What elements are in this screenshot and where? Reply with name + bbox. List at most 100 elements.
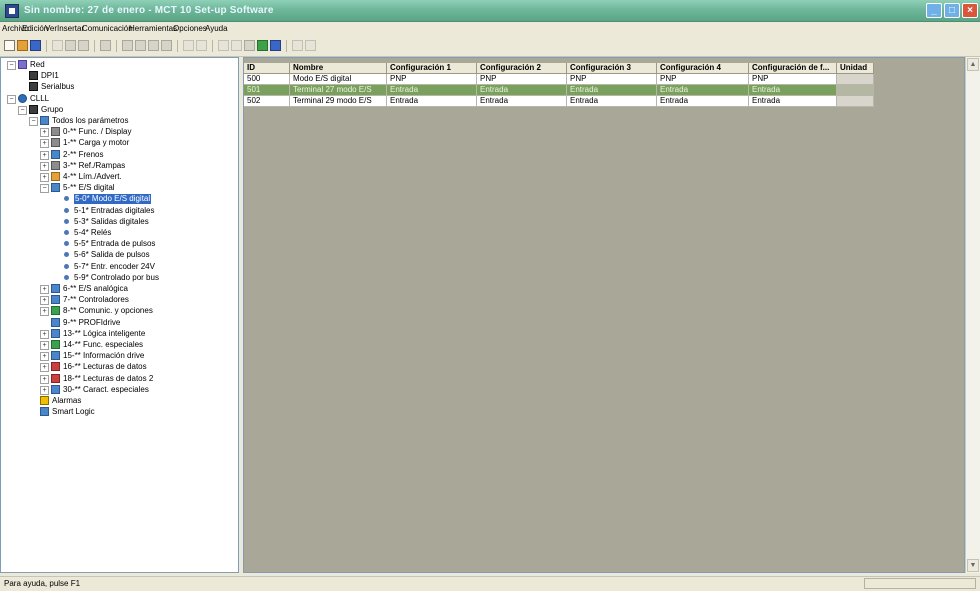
grid-cell[interactable]: PNP: [657, 74, 749, 85]
tree-item-label: Grupo: [41, 104, 64, 114]
menu-ayuda[interactable]: Ayuda: [205, 24, 228, 33]
grid-cell[interactable]: 502: [244, 96, 290, 107]
expand-icon[interactable]: +: [40, 173, 49, 182]
expand-icon[interactable]: +: [40, 307, 49, 317]
grid-cell[interactable]: Entrada: [477, 85, 567, 96]
gray-icon: [51, 160, 60, 170]
expand-icon[interactable]: +: [40, 150, 49, 160]
scroll-down-icon[interactable]: ▼: [967, 559, 979, 572]
connect-icon[interactable]: [231, 40, 242, 51]
expand-icon[interactable]: +: [40, 352, 49, 362]
expand-icon[interactable]: +: [40, 341, 49, 350]
toolbar-separator: [212, 40, 213, 52]
grid-cell[interactable]: [837, 85, 874, 96]
collapse-icon[interactable]: −: [7, 61, 16, 70]
grid-cell[interactable]: Terminal 29 modo E/S: [290, 96, 387, 107]
collapse-icon[interactable]: −: [40, 184, 49, 194]
dot-icon: [64, 263, 69, 269]
tree-item-label: 8-** Comunic. y opciones: [63, 306, 153, 316]
toolbar-separator: [94, 40, 95, 52]
column-header[interactable]: Configuración 1: [387, 63, 477, 74]
filter-icon[interactable]: [135, 40, 146, 51]
open-folder-icon[interactable]: [17, 40, 28, 51]
menu-ver[interactable]: Ver: [45, 24, 57, 33]
dot-icon: [64, 230, 69, 235]
parameter-grid[interactable]: ID Nombre Configuración 1 Configuración 2 Co…: [243, 57, 965, 573]
grid-cell[interactable]: PNP: [567, 74, 657, 85]
grid-cell[interactable]: Entrada: [749, 96, 837, 107]
tree-item-label: 30-** Caract. especiales: [63, 384, 149, 394]
grid-cell[interactable]: Entrada: [567, 85, 657, 96]
grid-cell[interactable]: 500: [244, 74, 290, 85]
print-icon[interactable]: [100, 40, 111, 51]
disconnect-icon[interactable]: [218, 40, 229, 51]
expand-icon[interactable]: +: [40, 363, 49, 373]
expand-icon[interactable]: +: [40, 296, 49, 306]
minimize-button[interactable]: _: [926, 3, 942, 18]
paste-icon[interactable]: [78, 40, 89, 51]
user-icon: [18, 60, 27, 69]
copy-icon[interactable]: [65, 40, 76, 51]
scroll-up-icon[interactable]: ▲: [967, 58, 979, 71]
column-header[interactable]: Unidad: [837, 63, 874, 74]
tree-item-label: Smart Logic: [52, 407, 95, 417]
grid-cell[interactable]: Entrada: [387, 96, 477, 107]
grid-cell[interactable]: Entrada: [749, 85, 837, 96]
cut-icon[interactable]: [52, 40, 63, 51]
expand-icon[interactable]: +: [40, 329, 49, 339]
grid-view-icon[interactable]: [161, 40, 172, 51]
dev-icon: [29, 104, 38, 114]
context-help-icon[interactable]: [196, 40, 207, 51]
grid-cell[interactable]: Terminal 27 modo E/S: [290, 85, 387, 96]
grid-cell[interactable]: PNP: [387, 74, 477, 85]
grid-cell[interactable]: Entrada: [657, 85, 749, 96]
grid-cell[interactable]: [837, 96, 874, 107]
grid-cell[interactable]: 501: [244, 85, 290, 96]
expand-icon[interactable]: +: [40, 374, 49, 384]
expand-icon[interactable]: +: [40, 161, 49, 171]
list-view-icon[interactable]: [148, 40, 159, 51]
expand-icon[interactable]: +: [40, 285, 49, 294]
help-icon[interactable]: [183, 40, 194, 51]
menu-opciones[interactable]: Opciones: [173, 24, 207, 33]
tree-item-label: DPI1: [41, 71, 59, 81]
grid-cell[interactable]: PNP: [749, 74, 837, 85]
maximize-button[interactable]: □: [944, 3, 960, 18]
vertical-scrollbar[interactable]: ▲ ▼: [965, 57, 980, 573]
grid-cell[interactable]: Entrada: [477, 96, 567, 107]
column-header[interactable]: Configuración de f...: [749, 63, 837, 74]
collapse-icon[interactable]: −: [7, 94, 16, 104]
project-tree[interactable]: − Red DPI1 Serialbus − CLLL − Grupo − Todos los p…: [0, 57, 239, 573]
menu-insertar[interactable]: Insertar: [57, 24, 84, 33]
column-header[interactable]: ID: [244, 63, 290, 74]
gray-icon: [51, 127, 60, 137]
collapse-icon[interactable]: −: [29, 117, 38, 126]
expand-icon[interactable]: +: [40, 385, 49, 395]
write-drive-icon[interactable]: [257, 40, 268, 51]
grid-cell[interactable]: Entrada: [657, 96, 749, 107]
column-header[interactable]: Nombre: [290, 63, 387, 74]
grid-cell[interactable]: Entrada: [567, 96, 657, 107]
new-file-icon[interactable]: [4, 40, 15, 51]
column-header[interactable]: Configuración 4: [657, 63, 749, 74]
grid-cell[interactable]: PNP: [477, 74, 567, 85]
network-scan-icon[interactable]: [270, 40, 281, 51]
list-icon: [40, 407, 49, 417]
grid-cell[interactable]: Modo E/S digital: [290, 74, 387, 85]
arrow-up-icon[interactable]: [292, 40, 303, 51]
menu-herramientas[interactable]: Herramientas: [129, 24, 177, 33]
tree-item-label: 0-** Func. / Display: [63, 127, 132, 137]
read-drive-icon[interactable]: [244, 40, 255, 51]
menu-comunicacion[interactable]: Comunicación: [82, 24, 133, 33]
collapse-icon[interactable]: −: [18, 105, 27, 115]
close-button[interactable]: ×: [962, 3, 978, 18]
grid-cell[interactable]: [837, 74, 874, 85]
grid-cell[interactable]: Entrada: [387, 85, 477, 96]
sort-icon[interactable]: [122, 40, 133, 51]
arrow-down-icon[interactable]: [305, 40, 316, 51]
column-header[interactable]: Configuración 3: [567, 63, 657, 74]
save-icon[interactable]: [30, 40, 41, 51]
column-header[interactable]: Configuración 2: [477, 63, 567, 74]
expand-icon[interactable]: +: [40, 139, 49, 149]
expand-icon[interactable]: +: [40, 128, 49, 138]
